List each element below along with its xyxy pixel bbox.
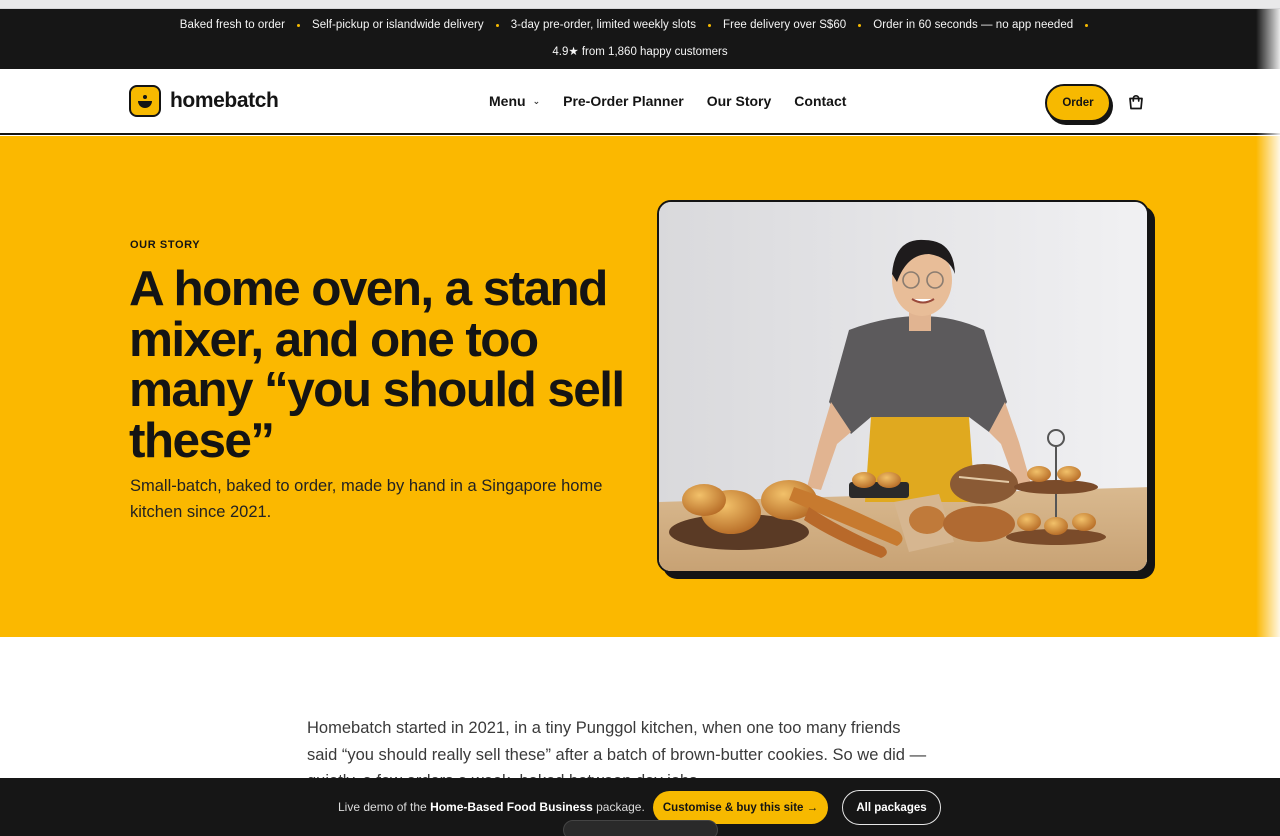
hero-eyebrow: OUR STORY (130, 239, 201, 251)
announcement-item: Free delivery over S$60 (723, 19, 847, 31)
rating-line: 4.9★ from 1,860 happy customers (552, 46, 728, 58)
bullet-dot-icon (1085, 23, 1089, 27)
nav-item-our-story[interactable]: Our Story (707, 93, 772, 109)
nav-item-menu[interactable]: Menu ⌄ (489, 93, 540, 109)
floating-toolbar[interactable] (563, 820, 718, 836)
hero-title: A home oven, a stand mixer, and one too … (129, 261, 625, 468)
demo-prefix: Live demo of the (338, 800, 431, 814)
brand-name: homebatch (170, 89, 279, 112)
smiley-logo-icon (129, 85, 161, 117)
announcement-item: Order in 60 seconds — no app needed (873, 19, 1074, 31)
demo-package-name: Home-Based Food Business (430, 800, 593, 814)
announcement-item: Self-pickup or islandwide delivery (311, 19, 484, 31)
baker-photo (657, 200, 1149, 573)
browser-chrome-strip (0, 0, 1280, 9)
bullet-dot-icon (858, 23, 862, 27)
nav-item-contact[interactable]: Contact (794, 93, 846, 109)
chevron-down-icon: ⌄ (532, 95, 541, 106)
all-packages-button[interactable]: All packages (842, 790, 941, 825)
bullet-dot-icon (708, 23, 712, 27)
nav-item-pre-order-planner[interactable]: Pre-Order Planner (563, 93, 684, 109)
announcement-row: Baked fresh to order Self-pickup or isla… (0, 9, 1280, 41)
brand-logo[interactable]: homebatch (129, 85, 279, 117)
main-nav: homebatch Menu ⌄ Pre-Order Planner Our S… (0, 69, 1280, 135)
shopping-bag-icon[interactable] (1127, 93, 1145, 111)
order-button[interactable]: Order (1045, 84, 1111, 122)
logo-smile (138, 101, 152, 108)
demo-banner: Live demo of the Home-Based Food Busines… (0, 778, 1280, 836)
hero-subtitle: Small-batch, baked to order, made by han… (130, 477, 603, 521)
announcement-item: 3-day pre-order, limited weekly slots (510, 19, 697, 31)
bullet-dot-icon (296, 23, 300, 27)
demo-banner-text: Live demo of the Home-Based Food Busines… (338, 800, 645, 814)
hero-section: OUR STORY A home oven, a stand mixer, an… (0, 136, 1280, 637)
baker-with-bread-illustration (659, 202, 1147, 571)
nav-item-label: Menu (489, 93, 526, 109)
bullet-dot-icon (495, 23, 499, 27)
demo-suffix: package. (592, 800, 645, 814)
announcement-item: Baked fresh to order (179, 19, 285, 31)
logo-eye (143, 95, 147, 99)
announcement-bar: Baked fresh to order Self-pickup or isla… (0, 9, 1280, 69)
nav-links: Menu ⌄ Pre-Order Planner Our Story Conta… (489, 93, 869, 109)
